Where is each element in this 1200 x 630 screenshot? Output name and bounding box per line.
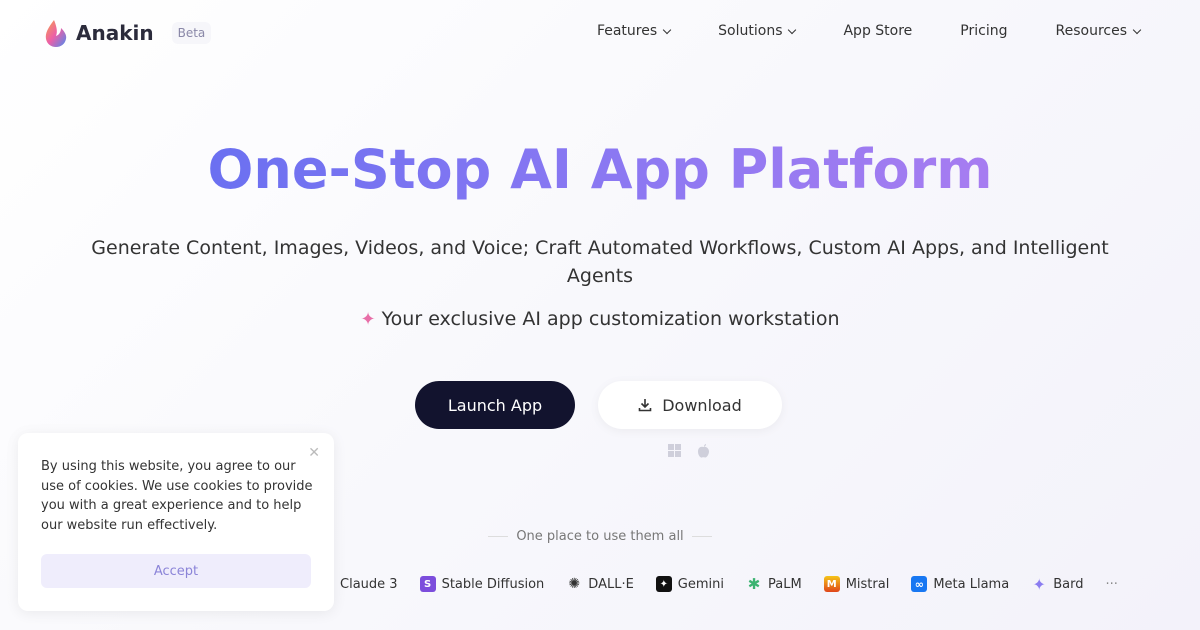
download-label: Download — [662, 395, 742, 415]
brand-name: Anakin — [76, 21, 154, 45]
gemini-icon: ✦ — [655, 576, 672, 592]
apple-icon[interactable] — [697, 444, 710, 458]
chevron-down-icon — [788, 25, 797, 34]
model-meta-llama[interactable]: ∞ Meta Llama — [911, 576, 1009, 592]
stable-diffusion-icon: S — [419, 576, 436, 592]
cookie-banner: ✕ By using this website, you agree to ou… — [18, 433, 334, 611]
beta-badge: Beta — [171, 22, 212, 44]
model-label: PaLM — [768, 576, 802, 592]
hero-title: One-Stop AI App Platform — [0, 138, 1200, 201]
model-gemini[interactable]: ✦ Gemini — [655, 576, 724, 592]
nav-features[interactable]: Features — [596, 23, 672, 39]
nav-pricing[interactable]: Pricing — [960, 23, 1007, 39]
download-button[interactable]: Download — [598, 381, 782, 429]
model-label: Gemini — [677, 576, 724, 592]
model-label: Meta Llama — [933, 576, 1010, 592]
mistral-icon: M — [823, 576, 840, 592]
platform-icons — [668, 444, 710, 458]
models-list: Claude 3 S Stable Diffusion ✺ DALL·E ✦ Gemi… — [340, 574, 1118, 594]
model-label: Bard — [1053, 576, 1084, 592]
nav-label: App Store — [843, 23, 913, 39]
nav-app-store[interactable]: App Store — [843, 23, 912, 39]
sparkle-icon: ✦ — [360, 309, 376, 330]
model-label: DALL·E — [588, 576, 634, 592]
hero-subtitle: Generate Content, Images, Videos, and Vo… — [91, 237, 1109, 287]
bard-icon: ✦ — [1032, 574, 1046, 594]
model-dalle[interactable]: ✺ DALL·E — [566, 576, 634, 592]
top-nav: Anakin Beta Features Solutions App Store… — [0, 0, 1200, 64]
nav-label: Features — [596, 23, 658, 39]
accept-cookies-button[interactable]: Accept — [41, 554, 311, 588]
download-icon — [638, 399, 652, 412]
model-palm[interactable]: ✱ PaLM — [746, 575, 802, 593]
nav-label: Pricing — [960, 23, 1008, 39]
model-bard[interactable]: ✦ Bard — [1031, 574, 1084, 594]
palm-icon: ✱ — [747, 575, 761, 593]
chevron-down-icon — [662, 25, 672, 34]
nav-label: Solutions — [718, 23, 783, 39]
chevron-down-icon — [1132, 25, 1142, 34]
model-claude[interactable]: Claude 3 — [340, 577, 398, 592]
openai-icon: ✺ — [568, 576, 581, 592]
cookie-text: By using this website, you agree to our … — [41, 459, 313, 533]
model-label: Stable Diffusion — [441, 576, 545, 592]
nav-label: Resources — [1055, 23, 1128, 39]
logo[interactable]: Anakin Beta — [44, 18, 212, 48]
nav-resources[interactable]: Resources — [1055, 23, 1142, 39]
model-stable-diffusion[interactable]: S Stable Diffusion — [419, 576, 545, 592]
model-mistral[interactable]: M Mistral — [823, 576, 890, 592]
windows-icon[interactable] — [668, 444, 681, 457]
tagline-text: Your exclusive AI app customization work… — [381, 308, 840, 330]
nav-solutions[interactable]: Solutions — [718, 23, 797, 39]
meta-icon: ∞ — [911, 576, 928, 592]
launch-app-button[interactable]: Launch App — [415, 381, 575, 429]
anakin-logo-icon — [45, 20, 67, 47]
model-label: Claude 3 — [340, 576, 398, 592]
model-label: Mistral — [845, 576, 890, 592]
main-menu: Features Solutions App Store Pricing Res… — [549, 23, 1142, 39]
more-models-button[interactable]: ··· — [1105, 577, 1117, 592]
hero-tagline: ✦ Your exclusive AI app customization wor… — [0, 308, 1200, 330]
